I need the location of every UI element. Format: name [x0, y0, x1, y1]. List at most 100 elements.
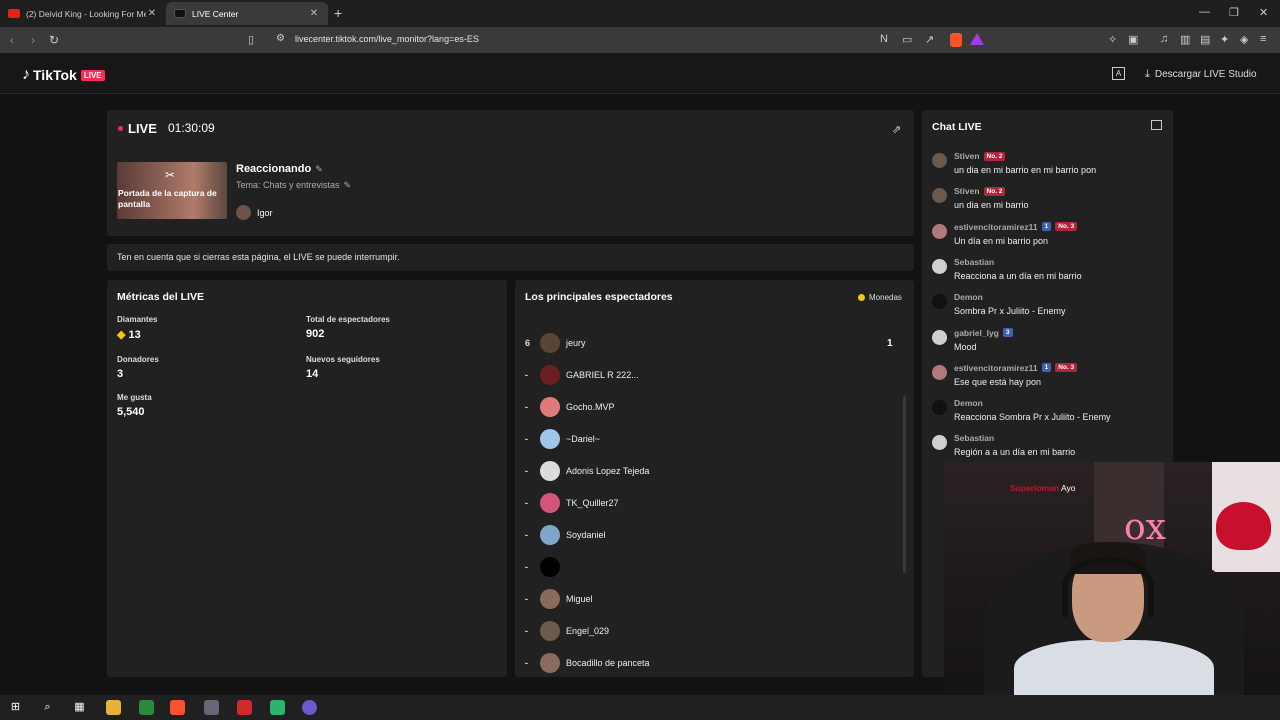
chat-username[interactable]: estivencitoramirez11 1 No. 3	[954, 222, 1078, 232]
metric-value: 5,540	[117, 406, 145, 418]
new-tab-button[interactable]: +	[334, 5, 342, 21]
wallet-icon[interactable]: ▤	[1200, 33, 1210, 46]
store-icon[interactable]	[139, 700, 154, 715]
top-viewers-panel: Los principales espectadores Monedas 6 je…	[515, 280, 914, 677]
tab-label: (2) Deivid King - Looking For Me	[26, 8, 146, 19]
address-bar: ‹ › ↻ ▯ ⚙ livecenter.tiktok.com/live_mon…	[0, 27, 1280, 53]
brave-shields-icon[interactable]	[950, 33, 962, 47]
minimize-icon[interactable]: —	[1199, 6, 1210, 18]
chat-avatar	[932, 258, 947, 274]
brave-rewards-icon[interactable]	[970, 33, 984, 45]
restore-icon[interactable]: ❐	[1229, 6, 1239, 19]
reader-icon[interactable]: ▥	[1180, 33, 1190, 46]
viewer-rank: 6	[525, 338, 531, 348]
edit-title-icon[interactable]: ✎	[315, 164, 323, 174]
viewer-rank: -	[525, 594, 528, 604]
language-icon[interactable]: A	[1112, 67, 1125, 80]
browser-tab-bar: (2) Deivid King - Looking For Me ✕ LIVE …	[0, 0, 1280, 27]
app-icon[interactable]	[270, 700, 285, 715]
download-live-studio-button[interactable]: ⤓ Descargar LIVE Studio	[1145, 68, 1257, 81]
metric-label: Nuevos seguidores	[306, 355, 380, 364]
close-tab-icon[interactable]: ✕	[308, 8, 320, 19]
metric-label: Diamantes	[117, 315, 158, 324]
chat-text: un dia en mi barrio	[954, 200, 1029, 211]
close-window-icon[interactable]: ✕	[1259, 6, 1268, 19]
vpn-icon[interactable]: ◈	[1240, 33, 1248, 46]
back-icon[interactable]: ‹	[10, 33, 14, 47]
tab-youtube[interactable]: (2) Deivid King - Looking For Me ✕	[0, 2, 166, 25]
tiktok-logo[interactable]: ♪ TikTok LIVE	[22, 66, 105, 84]
metric-likes: Me gusta 5,540	[117, 393, 152, 418]
chat-username[interactable]: estivencitoramirez11 1 No. 3	[954, 363, 1078, 373]
viewer-row[interactable]: 6 jeury 1	[515, 327, 905, 359]
url-input[interactable]: livecenter.tiktok.com/live_monitor?lang=…	[295, 34, 479, 44]
share-icon[interactable]: ↗	[925, 33, 934, 46]
media-icon[interactable]: ♫	[1160, 33, 1168, 45]
file-explorer-icon[interactable]	[106, 700, 121, 715]
currency-label: Monedas	[858, 293, 902, 302]
chat-username[interactable]: Sebastian	[954, 257, 994, 267]
live-topic: Tema: Chats y entrevistas ✎	[236, 180, 351, 191]
chat-avatar	[932, 188, 947, 204]
chat-username[interactable]: gabriel_lyg 3	[954, 328, 1013, 338]
chat-username[interactable]: Demon	[954, 398, 983, 408]
viewer-avatar	[540, 333, 560, 353]
user-badge: No. 2	[983, 151, 1006, 161]
search-icon[interactable]: ⌕	[40, 700, 55, 715]
viewer-row[interactable]: - TK_Quiller27	[515, 487, 905, 519]
chat-username[interactable]: Sebastian	[954, 433, 994, 443]
chat-avatar	[932, 223, 947, 239]
viewer-name: Bocadillo de panceta	[566, 658, 650, 668]
overlay-chat-user: Superloman	[1010, 483, 1060, 493]
download-icon: ⤓	[1145, 68, 1150, 80]
chat-username[interactable]: Stiven No. 2	[954, 186, 1006, 196]
close-page-notice: Ten en cuenta que si cierras esta página…	[107, 244, 914, 271]
metric-label: Me gusta	[117, 393, 152, 402]
viewer-name: Soydaniel	[566, 530, 606, 540]
webcam-headphones	[1062, 557, 1154, 617]
viewers-list[interactable]: 6 jeury 1 - GABRIEL R 222... - Gocho.MVP - ~Dari…	[515, 307, 914, 677]
app-icon[interactable]	[237, 700, 252, 715]
metric-value: ◆ 13	[117, 328, 157, 341]
forward-icon[interactable]: ›	[31, 33, 35, 47]
chat-avatar	[932, 329, 947, 345]
screenshot-icon[interactable]: ▭	[902, 33, 912, 46]
task-view-icon[interactable]: ▦	[72, 700, 87, 715]
reload-icon[interactable]: ↻	[49, 33, 59, 47]
viewer-name: Engel_029	[566, 626, 610, 636]
site-info-icon[interactable]: ⚙	[276, 33, 285, 44]
viewer-row[interactable]: - Miguel	[515, 583, 905, 615]
cover-image[interactable]: ✂ Portada de la captura de pantalla	[117, 162, 227, 219]
viewer-row[interactable]: -	[515, 551, 905, 583]
viewer-row[interactable]: - Adonis Lopez Tejeda	[515, 455, 905, 487]
app-icon[interactable]	[204, 700, 219, 715]
popout-icon[interactable]	[1151, 120, 1162, 130]
bookmark-icon[interactable]: ▯	[248, 33, 254, 46]
leo-icon[interactable]: ✦	[1220, 33, 1229, 46]
viewer-row[interactable]: - GABRIEL R 222...	[515, 359, 905, 391]
viewer-row[interactable]: - Engel_029	[515, 615, 905, 647]
windows-start-icon[interactable]: ⊞	[8, 700, 23, 715]
viewer-row[interactable]: - Gocho.MVP	[515, 391, 905, 423]
webcam-shirt	[1014, 640, 1214, 700]
viewer-rank: -	[525, 530, 528, 540]
translate-icon[interactable]: N	[880, 33, 888, 45]
tab-live-center[interactable]: LIVE Center ✕	[166, 2, 328, 25]
edit-topic-icon[interactable]: ✎	[344, 180, 352, 190]
share-icon[interactable]: ⇗	[892, 123, 901, 136]
close-tab-icon[interactable]: ✕	[146, 8, 158, 19]
extensions-icon[interactable]: ✧	[1108, 33, 1117, 46]
viewers-scrollbar[interactable]	[903, 396, 906, 573]
brave-browser-icon[interactable]	[170, 700, 185, 715]
viewer-row[interactable]: - ~Dariel~	[515, 423, 905, 455]
menu-icon[interactable]: ≡	[1260, 33, 1266, 45]
viewer-row[interactable]: - Soydaniel	[515, 519, 905, 551]
chat-username[interactable]: Demon	[954, 292, 983, 302]
metric-donors: Donadores 3	[117, 355, 159, 380]
viewer-row[interactable]: - Bocadillo de panceta	[515, 647, 905, 677]
overlay-chat-text: Ayo	[1061, 483, 1076, 493]
app-icon[interactable]	[302, 700, 317, 715]
chat-username[interactable]: Stiven No. 2	[954, 151, 1006, 161]
sidebar-icon[interactable]: ▣	[1128, 33, 1138, 46]
youtube-icon	[8, 9, 20, 18]
